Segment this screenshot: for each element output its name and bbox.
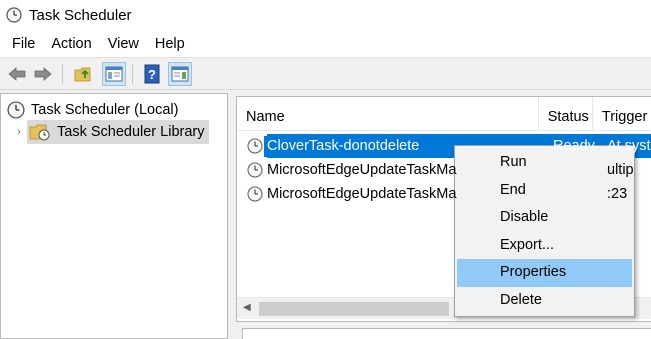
toolbar-separator — [62, 64, 63, 84]
tree-root-label: Task Scheduler (Local) — [31, 102, 179, 118]
title-bar: Task Scheduler — [0, 0, 651, 30]
window-title: Task Scheduler — [29, 6, 132, 24]
list-header: Name Status Trigger — [237, 97, 651, 131]
menu-help[interactable]: Help — [147, 30, 193, 58]
menu-item-disable[interactable]: Disable — [457, 204, 632, 232]
details-tab-area — [242, 328, 651, 339]
menu-bar: File Action View Help — [0, 30, 651, 58]
back-button[interactable] — [5, 62, 29, 86]
task-name: MicrosoftEdgeUpdateTaskMa — [267, 186, 457, 202]
up-one-level-button[interactable] — [72, 62, 96, 86]
console-tree-pane: Task Scheduler (Local) › Task Scheduler … — [0, 93, 228, 339]
task-trigger: ultip — [607, 162, 634, 178]
forward-button[interactable] — [31, 62, 55, 86]
menu-action[interactable]: Action — [43, 30, 99, 58]
scroll-left-arrow-icon[interactable]: ◀ — [243, 302, 251, 313]
pane-splitter[interactable] — [228, 93, 236, 339]
tree-node-root[interactable]: Task Scheduler (Local) — [7, 100, 179, 120]
task-trigger: At syst — [607, 138, 651, 154]
menu-file[interactable]: File — [4, 30, 43, 58]
help-button[interactable]: ? — [140, 62, 164, 86]
task-details-pane — [236, 321, 651, 339]
menu-item-delete[interactable]: Delete — [457, 287, 632, 315]
column-header-status[interactable]: Status — [539, 97, 593, 131]
show-hide-action-pane-icon — [171, 66, 189, 82]
forward-arrow-icon — [34, 67, 52, 81]
task-scheduler-clock-icon — [7, 101, 25, 119]
task-trigger: :23 — [607, 186, 628, 202]
folder-up-icon — [74, 67, 91, 82]
task-scheduler-clock-icon — [6, 7, 22, 23]
scrollbar-thumb[interactable] — [259, 302, 449, 316]
task-clock-icon — [247, 162, 263, 178]
task-status: Ready — [553, 138, 595, 154]
task-clock-icon — [247, 138, 263, 154]
show-hide-action-pane-button[interactable] — [168, 62, 192, 86]
expand-chevron-icon[interactable]: › — [13, 126, 25, 138]
tree-node-library-selection[interactable]: Task Scheduler Library — [27, 120, 209, 144]
menu-item-run[interactable]: Run — [457, 149, 632, 177]
tree-library-label: Task Scheduler Library — [57, 124, 205, 140]
column-header-trigger[interactable]: Trigger — [593, 97, 651, 131]
menu-item-export[interactable]: Export... — [457, 232, 632, 260]
toolbar-separator — [132, 64, 133, 84]
column-header-name[interactable]: Name — [237, 97, 539, 131]
menu-item-end[interactable]: End — [457, 177, 632, 205]
back-arrow-icon — [8, 67, 26, 81]
show-hide-console-tree-button[interactable] — [102, 62, 126, 86]
help-icon: ? — [144, 64, 160, 84]
toolbar: ? — [0, 58, 651, 90]
task-name: MicrosoftEdgeUpdateTaskMa — [267, 162, 457, 178]
menu-item-properties[interactable]: Properties — [457, 259, 632, 287]
task-clock-icon — [247, 186, 263, 202]
svg-text:?: ? — [148, 67, 156, 82]
folder-clock-icon — [29, 124, 50, 141]
show-hide-console-tree-icon — [105, 66, 123, 82]
menu-view[interactable]: View — [100, 30, 147, 58]
tree-node-library[interactable]: › Task Scheduler Library — [13, 120, 209, 144]
task-name: CloverTask-donotdelete — [264, 135, 424, 157]
